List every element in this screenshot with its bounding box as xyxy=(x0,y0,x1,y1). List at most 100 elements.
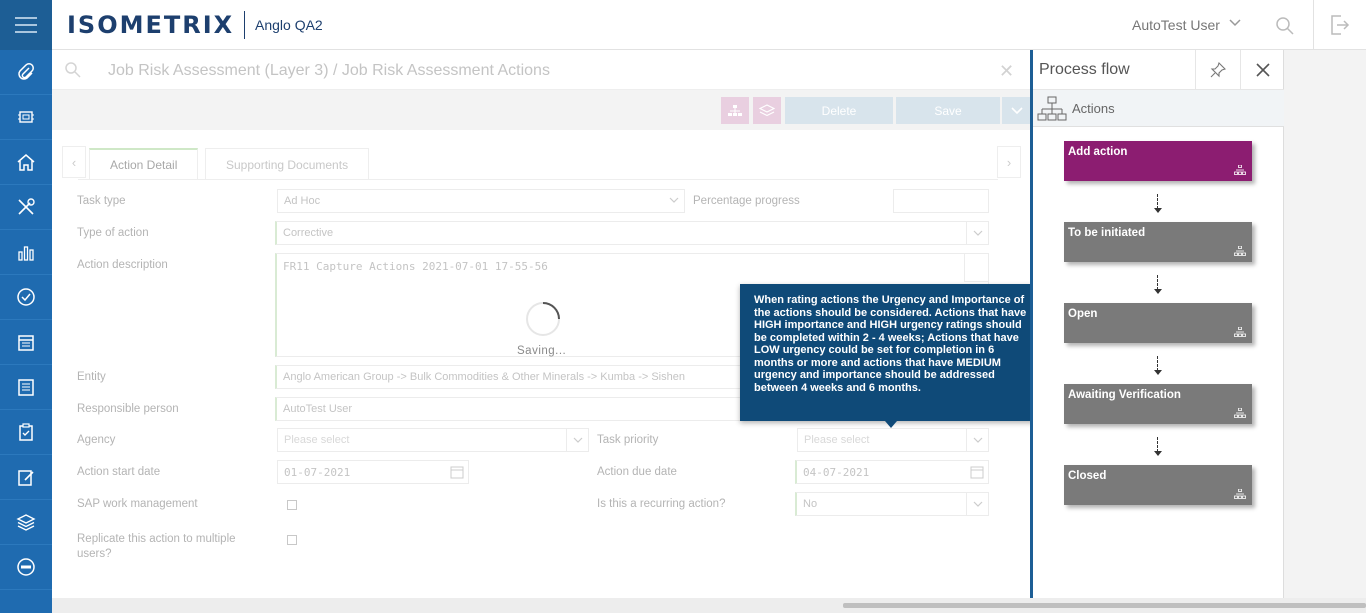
save-button[interactable]: Save xyxy=(896,97,1000,124)
user-menu[interactable]: AutoTest User xyxy=(1132,17,1220,33)
agency-dropdown[interactable] xyxy=(566,429,588,451)
horizontal-scrollbar-thumb[interactable] xyxy=(843,603,1366,608)
flow-step-label: Open xyxy=(1068,308,1098,320)
check-circle-icon xyxy=(17,288,35,306)
list-icon xyxy=(18,379,34,396)
logo-separator xyxy=(244,11,245,39)
pin-icon xyxy=(1210,62,1226,78)
chevron-down-icon xyxy=(973,501,982,507)
calendar-icon[interactable] xyxy=(970,465,984,479)
sidebar-item-calendar[interactable] xyxy=(0,320,52,365)
home-icon xyxy=(17,154,35,171)
sidebar-item-forms[interactable] xyxy=(0,455,52,500)
agency-select[interactable]: Please select xyxy=(277,428,589,452)
layers-icon xyxy=(759,103,775,116)
hierarchy-icon xyxy=(1234,327,1246,337)
hierarchy-icon xyxy=(1234,408,1246,418)
sidebar-item-tools[interactable] xyxy=(0,185,52,230)
recurring-action-select[interactable]: No xyxy=(795,492,989,516)
sidebar-bottom xyxy=(0,598,52,613)
chart-icon xyxy=(18,246,34,261)
close-icon xyxy=(1255,63,1270,77)
process-flow-subheader: Actions xyxy=(1033,90,1284,127)
header-divider xyxy=(1313,0,1314,50)
sidebar-item-reports[interactable] xyxy=(0,230,52,275)
breadcrumb-text[interactable]: Job Risk Assessment (Layer 3) / Job Risk… xyxy=(108,62,550,80)
process-flow-subtitle: Actions xyxy=(1072,101,1115,116)
layers-button[interactable] xyxy=(753,97,781,124)
tab-underline xyxy=(78,179,998,180)
process-flow-title: Process flow xyxy=(1039,61,1130,78)
pin-button[interactable] xyxy=(1195,50,1240,90)
close-panel-button[interactable] xyxy=(1240,50,1284,90)
chevron-down-icon[interactable] xyxy=(1228,16,1242,30)
type-of-action-value: Corrective xyxy=(283,227,334,239)
action-due-date-input[interactable]: 04-07-2021 xyxy=(795,460,989,484)
hamburger-menu-icon[interactable] xyxy=(0,0,52,50)
flow-step-open[interactable]: Open xyxy=(1064,303,1252,343)
hierarchy-icon xyxy=(1037,96,1067,121)
urgency-importance-tooltip: When rating actions the Urgency and Impo… xyxy=(740,284,1043,421)
action-start-date-input[interactable]: 01-07-2021 xyxy=(277,460,469,484)
flow-arrow xyxy=(1154,451,1162,456)
chip-icon xyxy=(18,111,34,123)
flow-arrow xyxy=(1154,289,1162,294)
save-options-dropdown[interactable] xyxy=(1002,97,1032,124)
hierarchy-icon xyxy=(1234,165,1246,175)
logout-icon[interactable] xyxy=(1328,14,1350,36)
tab-scroll-right[interactable]: › xyxy=(997,146,1021,178)
sidebar-item-attachments[interactable] xyxy=(0,50,52,95)
flow-connector xyxy=(1157,194,1159,209)
flow-step-to-be-initiated[interactable]: To be initiated xyxy=(1064,222,1252,262)
task-type-dropdown[interactable] xyxy=(663,189,685,213)
flow-connector xyxy=(1157,356,1159,371)
percentage-progress-input[interactable] xyxy=(893,189,989,213)
process-flow-button[interactable] xyxy=(721,97,749,124)
process-flow-panel: Process flow Actions Add action To be in… xyxy=(1033,50,1284,600)
tools-icon xyxy=(18,198,35,215)
tab-scroll-left[interactable]: ‹ xyxy=(62,146,86,178)
type-of-action-dropdown[interactable] xyxy=(966,222,988,244)
flow-step-closed[interactable]: Closed xyxy=(1064,465,1252,505)
sidebar-item-restricted[interactable] xyxy=(0,545,52,590)
action-description-label: Action description xyxy=(77,259,168,271)
search-icon[interactable] xyxy=(64,61,82,79)
sidebar-item-home[interactable] xyxy=(0,140,52,185)
recurring-action-dropdown[interactable] xyxy=(966,493,988,515)
replicate-action-checkbox[interactable] xyxy=(287,535,297,545)
flow-step-label: Add action xyxy=(1068,146,1128,158)
sidebar-item-registers[interactable] xyxy=(0,365,52,410)
chevron-down-icon xyxy=(573,437,582,443)
sidebar-item-tasks[interactable] xyxy=(0,275,52,320)
flow-step-add-action[interactable]: Add action xyxy=(1064,141,1252,181)
flow-step-label: Closed xyxy=(1068,470,1107,482)
left-sidebar xyxy=(0,50,52,613)
loading-spinner-icon xyxy=(526,302,560,336)
sidebar-item-modules[interactable] xyxy=(0,95,52,140)
flow-arrow xyxy=(1154,370,1162,375)
tab-supporting-documents[interactable]: Supporting Documents xyxy=(205,148,370,180)
task-priority-dropdown[interactable] xyxy=(966,429,988,451)
calendar-icon[interactable] xyxy=(450,465,464,479)
flow-step-awaiting-verification[interactable]: Awaiting Verification xyxy=(1064,384,1252,424)
recurring-action-label: Is this a recurring action? xyxy=(597,498,726,510)
type-of-action-select[interactable]: Corrective xyxy=(275,221,989,245)
sidebar-item-audits[interactable] xyxy=(0,410,52,455)
task-type-select[interactable]: Ad Hoc xyxy=(277,189,685,213)
tab-action-detail[interactable]: Action Detail xyxy=(89,148,199,180)
recurring-action-value: No xyxy=(803,498,818,510)
sap-work-management-checkbox[interactable] xyxy=(287,500,297,510)
close-icon[interactable]: ✕ xyxy=(999,61,1014,82)
delete-button[interactable]: Delete xyxy=(785,97,893,124)
breadcrumb: Job Risk Assessment (Layer 3) / Job Risk… xyxy=(52,50,1032,90)
task-type-label: Task type xyxy=(77,195,126,207)
hierarchy-icon xyxy=(1234,489,1246,499)
isometrix-logo: ISOMETRIX xyxy=(67,11,235,39)
flow-step-label: Awaiting Verification xyxy=(1068,389,1181,401)
sidebar-item-layers[interactable] xyxy=(0,500,52,545)
type-of-action-label: Type of action xyxy=(77,227,149,239)
task-priority-select[interactable]: Please select xyxy=(797,428,989,452)
responsible-person-label: Responsible person xyxy=(77,403,179,415)
search-icon[interactable] xyxy=(1275,16,1295,36)
saving-text: Saving... xyxy=(517,345,567,357)
